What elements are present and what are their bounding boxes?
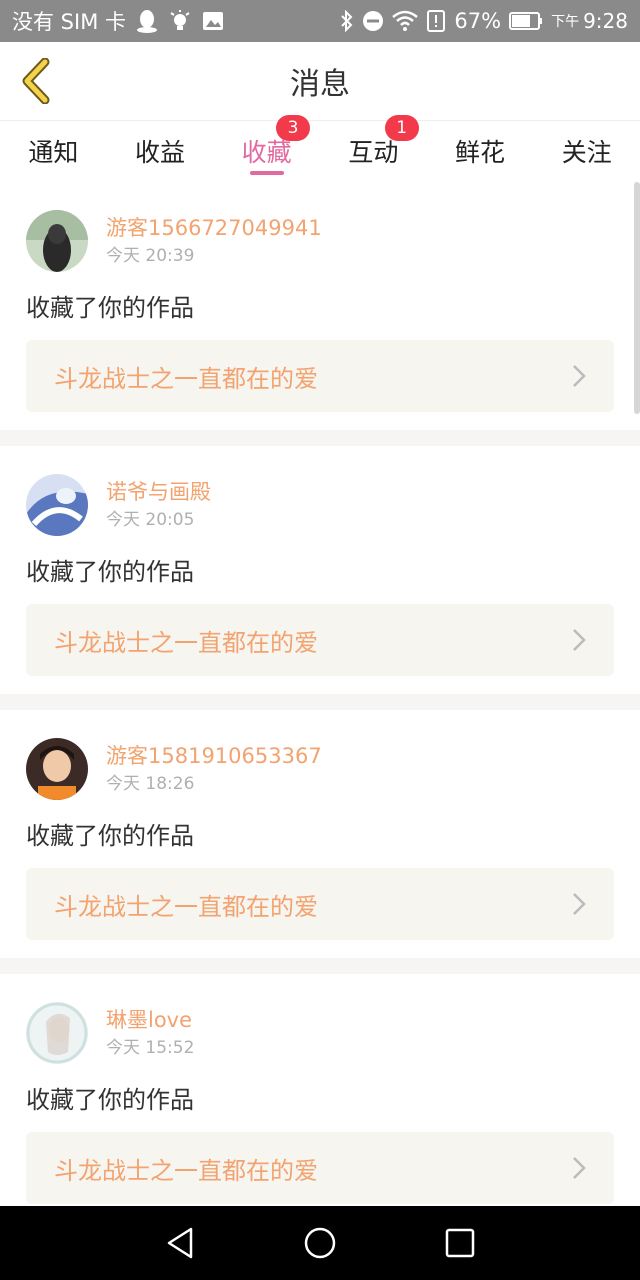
list-item: 琳墨love 今天 15:52 收藏了你的作品 斗龙战士之一直都在的爱 [0, 974, 640, 1206]
bluetooth-icon [340, 10, 354, 32]
image-icon [202, 11, 224, 31]
system-home-button[interactable] [295, 1218, 345, 1268]
carrier-text: 没有 SIM 卡 [12, 10, 126, 34]
list-item: 诺爷与画殿 今天 20:05 收藏了你的作品 斗龙战士之一直都在的爱 [0, 446, 640, 694]
divider [0, 694, 640, 710]
unread-badge: 1 [384, 115, 419, 141]
action-text: 收藏了你的作品 [26, 822, 194, 850]
timestamp: 今天 20:05 [106, 510, 195, 530]
system-recents-button[interactable] [435, 1218, 485, 1268]
avatar[interactable] [26, 474, 88, 536]
list-item: 游客1566727049941 今天 20:39 收藏了你的作品 斗龙战士之一直… [0, 182, 640, 430]
alert-icon [426, 10, 446, 32]
tab-label: 通知 [28, 138, 79, 167]
action-text: 收藏了你的作品 [26, 294, 194, 322]
work-link[interactable]: 斗龙战士之一直都在的爱 [26, 604, 614, 676]
tab-notifications[interactable]: 通知 [0, 121, 107, 181]
chevron-right-icon [573, 629, 586, 651]
message-list[interactable]: 游客1566727049941 今天 20:39 收藏了你的作品 斗龙战士之一直… [0, 182, 640, 1206]
work-title: 斗龙战士之一直都在的爱 [54, 892, 318, 921]
avatar[interactable] [26, 738, 88, 800]
tab-label: 收益 [135, 138, 186, 167]
tab-bar: 通知 收益 收藏 3 互动 1 鲜花 关注 [0, 115, 640, 181]
battery-percent: 67% [454, 9, 502, 33]
nav-bar: 消息 [0, 42, 640, 120]
time-period: 下午 [551, 14, 580, 30]
username[interactable]: 游客1566727049941 [106, 213, 322, 243]
list-item: 游客1581910653367 今天 18:26 收藏了你的作品 斗龙战士之一直… [0, 710, 640, 958]
avatar[interactable] [26, 1002, 88, 1064]
page-title: 消息 [290, 67, 350, 102]
battery-icon [509, 12, 543, 30]
qq-icon [136, 9, 158, 33]
tab-following[interactable]: 关注 [533, 121, 640, 181]
timestamp: 今天 20:39 [106, 246, 195, 266]
work-title: 斗龙战士之一直都在的爱 [54, 364, 318, 393]
status-bar: 没有 SIM 卡 67% 下午 9:28 [0, 0, 640, 42]
bulb-icon [168, 9, 192, 33]
active-tab-indicator [249, 171, 284, 175]
tab-favorites[interactable]: 收藏 3 [213, 115, 320, 181]
scrollbar[interactable] [634, 182, 640, 414]
divider [0, 430, 640, 446]
timestamp: 今天 18:26 [106, 774, 195, 794]
back-chevron-icon [22, 58, 50, 104]
tab-flowers[interactable]: 鲜花 [427, 121, 534, 181]
action-text: 收藏了你的作品 [26, 1086, 194, 1114]
username[interactable]: 诺爷与画殿 [106, 477, 211, 507]
work-link[interactable]: 斗龙战士之一直都在的爱 [26, 340, 614, 412]
unread-badge: 3 [276, 115, 311, 141]
avatar[interactable] [26, 210, 88, 272]
work-link[interactable]: 斗龙战士之一直都在的爱 [26, 1132, 614, 1204]
tab-label: 鲜花 [455, 138, 506, 167]
divider [0, 958, 640, 974]
tab-interactions[interactable]: 互动 1 [320, 115, 427, 181]
username[interactable]: 游客1581910653367 [106, 741, 322, 771]
system-back-button[interactable] [155, 1218, 205, 1268]
tab-earnings[interactable]: 收益 [107, 121, 214, 181]
timestamp: 今天 15:52 [106, 1038, 195, 1058]
chevron-right-icon [573, 365, 586, 387]
work-link[interactable]: 斗龙战士之一直都在的爱 [26, 868, 614, 940]
work-title: 斗龙战士之一直都在的爱 [54, 1156, 318, 1185]
clock: 9:28 [583, 9, 628, 33]
action-text: 收藏了你的作品 [26, 558, 194, 586]
system-nav-bar [0, 1206, 640, 1280]
username[interactable]: 琳墨love [106, 1005, 194, 1035]
wifi-icon [392, 10, 419, 32]
home-circle-icon [304, 1227, 336, 1259]
work-title: 斗龙战士之一直都在的爱 [54, 628, 318, 657]
back-triangle-icon [167, 1227, 193, 1259]
recents-square-icon [445, 1228, 475, 1258]
do-not-disturb-icon [362, 10, 384, 32]
chevron-right-icon [573, 1157, 586, 1179]
back-button[interactable] [14, 56, 58, 106]
tab-label: 关注 [561, 138, 612, 167]
chevron-right-icon [573, 893, 586, 915]
